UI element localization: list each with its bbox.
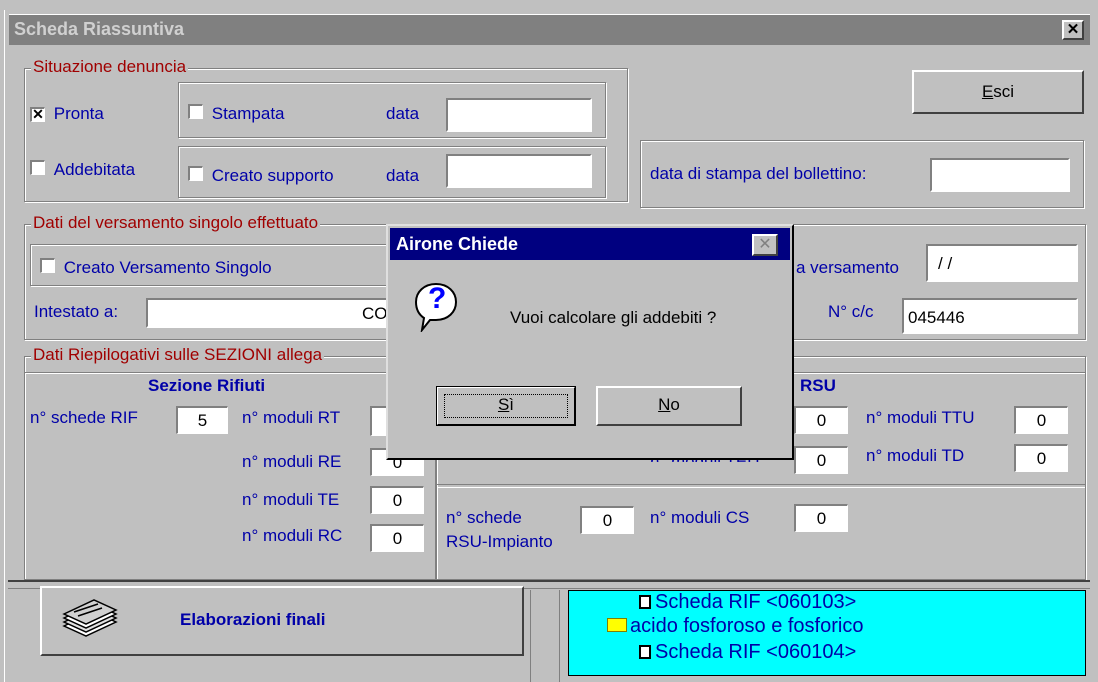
no-button[interactable]: No [596,386,742,426]
addebitata-check-box[interactable] [30,160,45,175]
tree-item[interactable]: Scheda RIF <060103> [639,591,856,614]
pronta-check-box[interactable]: ✕ [30,107,45,122]
elaborazioni-button[interactable]: Elaborazioni finali [40,586,524,656]
re-label: n° moduli RE [242,452,342,471]
stampata-data-input[interactable] [446,98,592,132]
elaborazioni-label: Elaborazioni finali [180,610,326,629]
pronta-checkbox[interactable]: ✕ Pronta [30,104,104,124]
bollettino-label: data di stampa del bollettino: [650,164,867,183]
supporto-data-label: data [386,166,420,185]
confirm-dialog: Airone Chiede ✕ ? Vuoi calcolare gli add… [386,224,794,460]
addebitata-label: Addebitata [53,160,136,179]
tree-item[interactable]: acido fosforoso e fosforico [607,615,863,638]
rifiuti-title: Sezione Rifiuti [148,376,266,395]
no-label: o [670,395,680,414]
td-label: n° moduli TD [866,446,965,465]
schede-rif-label: n° schede RIF [30,408,138,427]
supporto-check-box[interactable] [188,166,203,181]
dialog-close-button[interactable]: ✕ [752,234,778,256]
question-glyph: ? [428,282,447,315]
no-mnemonic: N [658,395,671,414]
supporto-checkbox[interactable]: Creato supporto [188,166,334,186]
rc-label: n° moduli RC [242,526,343,545]
cc-input[interactable]: 045446 [902,298,1078,334]
close-button[interactable]: ✕ [1062,20,1084,40]
cs-label: n° moduli CS [650,508,750,527]
esci-button[interactable]: Esci [912,70,1084,114]
creato-versamento-check-box[interactable] [40,258,55,273]
supporto-data-input[interactable] [446,154,592,188]
rc-value[interactable]: 0 [370,524,424,552]
cc-value: 045446 [908,308,965,327]
te-label: n° moduli TE [242,490,340,509]
tree-item-label: acido fosforoso e fosforico [630,615,864,637]
intestato-value: CO [362,304,388,323]
esci-mnemonic: E [981,82,994,101]
ttu-value[interactable]: 0 [1014,406,1068,434]
situazione-legend: Situazione denuncia [31,57,189,77]
esci-label: sci [993,82,1015,101]
schede-rsu-label-1: n° schede [446,508,522,527]
rt-label: n° moduli RT [242,408,341,427]
stampata-checkbox[interactable]: Stampata [188,104,285,124]
tree-item-label: Scheda RIF <060104> [655,641,857,663]
versamento-legend: Dati del versamento singolo effettuato [31,213,321,233]
dialog-close-icon: ✕ [758,236,772,253]
teu-value[interactable]: 0 [794,446,848,474]
dialog-message: Vuoi calcolare gli addebiti ? [510,308,717,327]
data-versamento-label: a versamento [796,258,899,277]
addebitata-checkbox[interactable]: Addebitata [30,160,135,180]
tree-item[interactable]: Scheda RIF <060104> [639,641,856,664]
document-icon [639,645,651,659]
te-value[interactable]: 0 [370,486,424,514]
td-value[interactable]: 0 [1014,444,1068,472]
si-button[interactable]: Sì [436,386,576,426]
pronta-label: Pronta [53,104,104,123]
intestato-label: Intestato a: [34,302,119,321]
tree-item-label: Scheda RIF <060103> [655,591,857,613]
bollettino-input[interactable] [930,158,1070,192]
bottom-splitter [530,590,560,682]
supporto-label: Creato supporto [211,166,334,185]
dialog-titlebar: Airone Chiede ✕ [390,228,790,260]
window-titlebar: Scheda Riassuntiva ✕ [8,14,1090,45]
tree-view[interactable]: Scheda RIF <060103> acido fosforoso e fo… [568,590,1086,676]
creato-versamento-checkbox[interactable]: Creato Versamento Singolo [40,258,272,278]
schede-rsu-value[interactable]: 0 [580,506,634,534]
creato-versamento-label: Creato Versamento Singolo [63,258,272,277]
si-focus-rect [444,394,568,418]
rsu-a-value[interactable]: 0 [794,406,848,434]
dialog-title: Airone Chiede [396,234,519,254]
folder-icon [607,618,627,632]
data-versamento-input[interactable]: / / [926,244,1078,282]
sezioni-legend: Dati Riepilogativi sulle SEZIONI allega [31,345,325,365]
stampata-check-box[interactable] [188,104,203,119]
data-versamento-value: / / [938,254,953,273]
ttu-label: n° moduli TTU [866,408,975,427]
schede-rsu-label-2: RSU-Impianto [446,532,553,551]
cc-label: N° c/c [828,302,874,321]
close-icon: ✕ [1066,21,1080,38]
documents-stack-icon [62,599,118,637]
document-icon [639,595,651,609]
stampata-label: Stampata [211,104,285,123]
cs-value[interactable]: 0 [794,504,848,532]
rsu-divider [437,484,1085,488]
rsu-title: RSU [800,376,836,395]
window-title: Scheda Riassuntiva [14,19,185,39]
stampata-data-label: data [386,104,420,123]
intestato-input[interactable]: CO [146,298,396,328]
schede-rif-value[interactable]: 5 [176,406,228,434]
